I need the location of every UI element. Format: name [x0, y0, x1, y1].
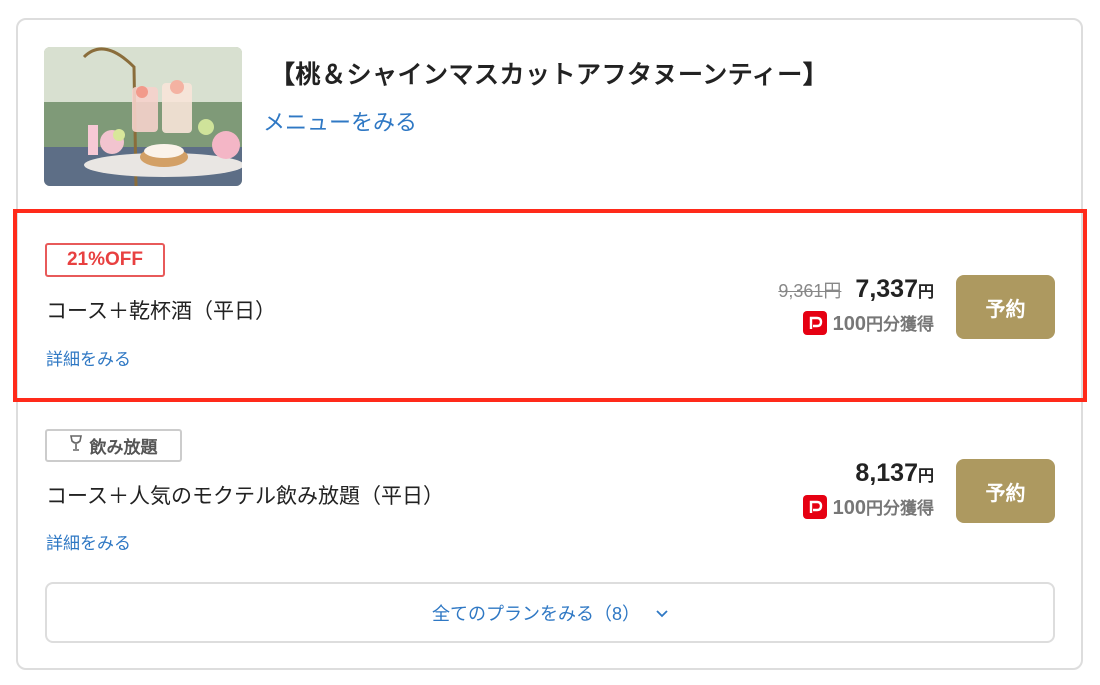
paypay-points: 100円分獲得 [802, 494, 934, 520]
paypay-icon [802, 311, 827, 335]
points-amount: 100 [832, 497, 866, 519]
course-name: コース＋人気のモクテル飲み放題（平日） [46, 485, 444, 508]
plan-thumbnail[interactable] [44, 47, 242, 186]
reserve-button[interactable]: 予約 [956, 459, 1055, 523]
plan-title: 【桃＆シャインマスカットアフタヌーンティー】 [270, 61, 829, 89]
points-suffix: 円分獲得 [866, 499, 934, 518]
paypay-icon [802, 495, 827, 519]
course-name: コース＋乾杯酒（平日） [46, 300, 276, 323]
original-price: 9,361円 [778, 281, 842, 301]
price: 8,137円 [855, 459, 934, 487]
reserve-button[interactable]: 予約 [956, 275, 1055, 339]
points-suffix: 円分獲得 [866, 315, 934, 334]
course-price-block: 8,137円 100円分獲得 [802, 459, 934, 520]
course-price-block: 9,361円 7,337円 100円分獲得 [778, 275, 934, 336]
all-you-can-drink-badge: 飲み放題 [45, 429, 182, 462]
course-detail-link[interactable]: 詳細をみる [46, 345, 131, 370]
view-menu-link[interactable]: メニューをみる [263, 105, 417, 137]
course-detail-link[interactable]: 詳細をみる [46, 529, 131, 554]
chevron-down-icon [656, 602, 668, 623]
discounted-price: 7,337円 [855, 275, 934, 303]
discount-badge: 21%OFF [45, 243, 165, 277]
view-all-plans-label: 全てのプランをみる（8） [431, 603, 640, 624]
wine-glass-icon [69, 435, 82, 456]
view-all-plans-button[interactable]: 全てのプランをみる（8） [45, 582, 1055, 643]
points-amount: 100 [832, 313, 866, 335]
paypay-points: 100円分獲得 [778, 310, 934, 336]
plan-header: 【桃＆シャインマスカットアフタヌーンティー】 メニューをみる [44, 47, 1064, 187]
